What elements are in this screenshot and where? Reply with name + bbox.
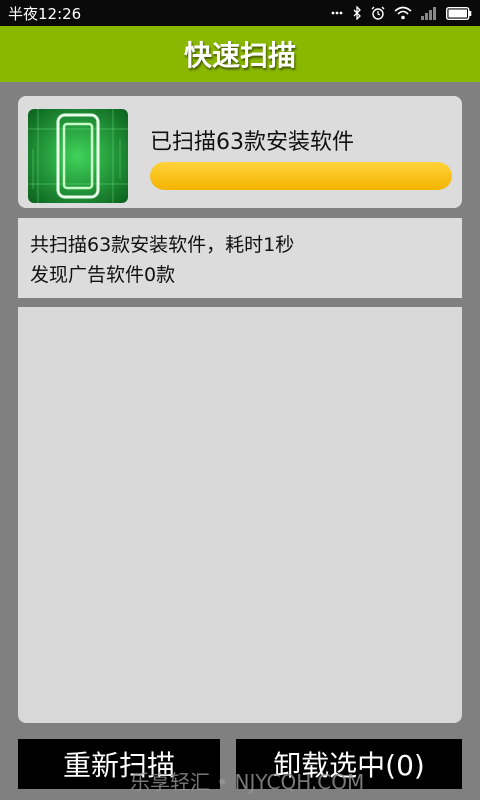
scan-progress-bar — [150, 162, 452, 190]
battery-icon — [446, 6, 472, 20]
scan-progress-fill — [150, 162, 452, 190]
scan-result-card: 共扫描63款安装软件，耗时1秒 发现广告软件0款 — [18, 218, 462, 298]
dots-icon — [331, 7, 343, 19]
scan-summary-text: 共扫描63款安装软件，耗时1秒 — [30, 234, 295, 256]
watermark-text: 乐享轻汇 • NJYCQH.COM — [130, 770, 365, 794]
page-title: 快速扫描 — [183, 39, 296, 72]
scan-progress-card: 已扫描63款安装软件 — [18, 96, 462, 208]
signal-icon — [421, 6, 437, 20]
adware-count-text: 发现广告软件0款 — [30, 264, 176, 286]
bluetooth-icon — [352, 6, 362, 20]
status-bar: 半夜12:26 — [0, 0, 480, 26]
wifi-icon — [394, 6, 412, 20]
adware-list[interactable] — [18, 307, 462, 723]
status-icons — [331, 6, 472, 20]
phone-scan-icon — [28, 109, 128, 203]
scan-status-text: 已扫描63款安装软件 — [150, 130, 354, 155]
app-bar: 快速扫描 — [0, 26, 480, 82]
status-time: 半夜12:26 — [8, 4, 82, 23]
alarm-icon — [371, 6, 385, 20]
